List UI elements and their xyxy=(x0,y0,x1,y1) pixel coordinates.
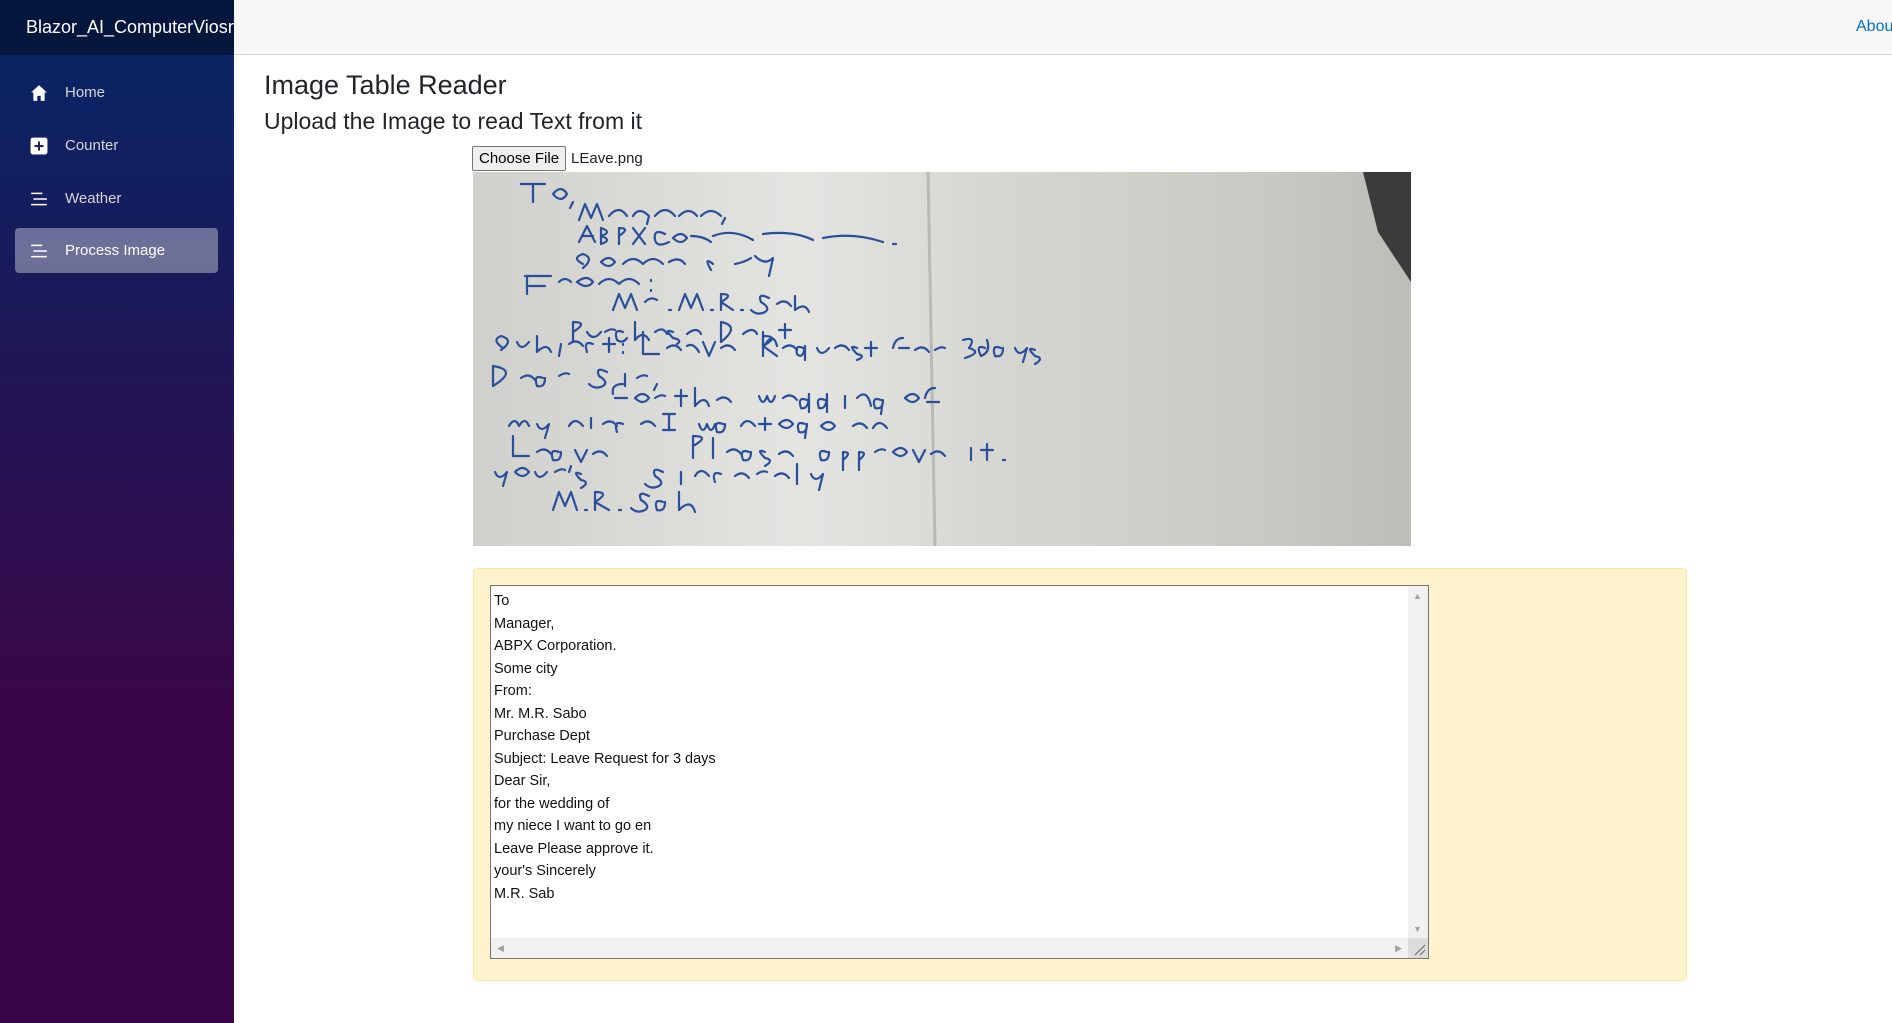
sidebar-item-label: Process Image xyxy=(65,242,166,259)
about-link[interactable]: About xyxy=(1856,18,1892,36)
ocr-result-textarea[interactable]: To Manager, ABPX Corporation. Some city … xyxy=(490,585,1429,959)
result-line: M.R. Sab xyxy=(494,885,555,902)
result-line: Dear Sir, xyxy=(494,773,551,789)
brand-bar: Blazor_AI_ComputerViosn_I xyxy=(0,0,234,55)
sidebar-item-label: Weather xyxy=(65,190,122,207)
result-line: Manager, xyxy=(494,615,555,632)
result-panel: To Manager, ABPX Corporation. Some city … xyxy=(473,568,1687,981)
result-line: your's Sincerely xyxy=(494,863,596,879)
sidebar: Blazor_AI_ComputerViosn_I Home Counter W… xyxy=(0,0,234,1023)
home-icon xyxy=(28,82,50,104)
sidebar-item-counter[interactable]: Counter xyxy=(15,123,218,168)
horizontal-scrollbar[interactable]: ◀ ▶ xyxy=(491,938,1408,958)
result-line: ABPX Corporation. xyxy=(494,638,617,654)
scroll-up-icon[interactable]: ▲ xyxy=(1413,591,1422,601)
uploaded-note-image xyxy=(473,172,1411,546)
handwriting-picture xyxy=(491,172,1411,546)
result-line: Some city xyxy=(494,660,558,677)
result-line: my niece I want to go en xyxy=(494,818,652,834)
sidebar-item-weather[interactable]: Weather xyxy=(15,176,218,221)
selected-file-name: LEave.png xyxy=(571,150,643,167)
resize-handle-icon[interactable] xyxy=(1408,938,1428,958)
app-brand[interactable]: Blazor_AI_ComputerViosn_I xyxy=(26,17,234,38)
scroll-left-icon[interactable]: ◀ xyxy=(497,943,504,953)
list-icon xyxy=(28,188,50,210)
sidebar-item-label: Home xyxy=(65,84,106,101)
result-line: for the wedding of xyxy=(494,795,610,812)
sidebar-item-label: Counter xyxy=(65,137,119,154)
top-row: About xyxy=(234,0,1892,55)
page-subtitle: Upload the Image to read Text from it xyxy=(264,108,642,134)
ocr-result-lines: To Manager, ABPX Corporation. Some city … xyxy=(494,590,716,905)
choose-file-button[interactable]: Choose File xyxy=(472,146,567,171)
result-line: To xyxy=(494,593,510,609)
file-input[interactable]: Choose File LEave.png xyxy=(472,146,643,171)
list-icon xyxy=(28,240,50,262)
sidebar-item-process-image[interactable]: Process Image xyxy=(15,228,218,273)
sidebar-item-home[interactable]: Home xyxy=(15,70,218,115)
scroll-right-icon[interactable]: ▶ xyxy=(1395,943,1402,953)
result-line: From: xyxy=(494,683,532,699)
plus-square-icon xyxy=(28,135,50,157)
page-title: Image Table Reader xyxy=(264,70,507,100)
result-line: Purchase Dept xyxy=(494,728,590,744)
result-line: Leave Please approve it. xyxy=(494,840,654,857)
result-line: Subject: Leave Request for 3 days xyxy=(494,750,716,767)
scroll-down-icon[interactable]: ▼ xyxy=(1413,924,1422,934)
result-line: Mr. M.R. Sabo xyxy=(494,705,587,722)
vertical-scrollbar[interactable]: ▲ ▼ xyxy=(1408,586,1428,938)
